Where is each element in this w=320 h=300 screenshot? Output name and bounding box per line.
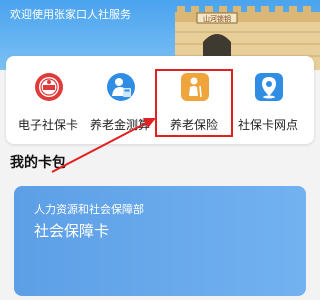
service-label: 社保卡网点	[237, 118, 298, 132]
card-issuer: 人力资源和社会保障部	[34, 203, 144, 216]
service-label: 电子社保卡	[17, 118, 78, 132]
service-ss-card-outlets[interactable]: 社保卡网点	[230, 62, 306, 140]
card-wallet-title: 我的卡包	[10, 155, 66, 171]
pension-calculator-icon	[107, 73, 135, 101]
gate-plaque: 山河锁钥	[203, 14, 231, 23]
welcome-text: 欢迎使用张家口人社服务	[10, 8, 131, 21]
social-security-card[interactable]: 人力资源和社会保障部 社会保障卡	[14, 186, 306, 296]
service-electronic-ss-card[interactable]: 电子社保卡	[10, 62, 86, 140]
service-pension-calculator[interactable]: 养老金测算	[82, 62, 158, 140]
social-security-badge-icon	[35, 73, 63, 101]
annotation-highlight-box	[155, 69, 233, 137]
location-pin-icon	[255, 73, 283, 101]
card-name: 社会保障卡	[34, 222, 110, 240]
service-label: 养老金测算	[89, 118, 150, 132]
